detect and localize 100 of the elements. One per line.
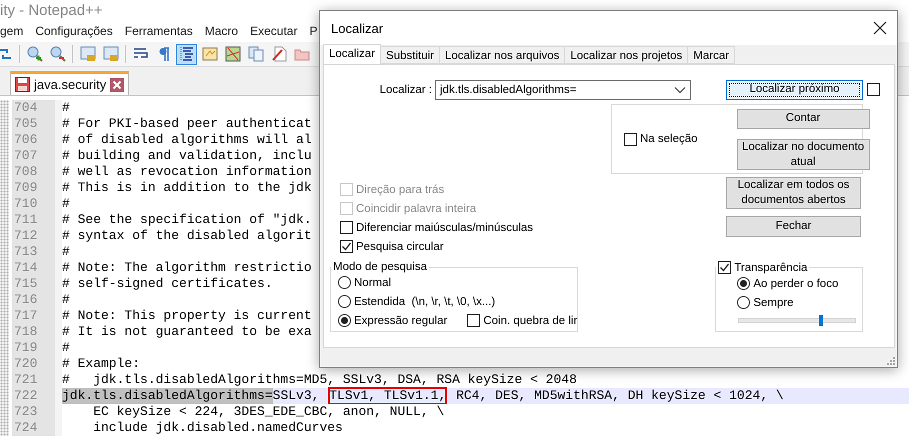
tab[interactable]: Localizar nos projetos bbox=[564, 46, 688, 64]
tab[interactable]: Localizar bbox=[323, 44, 382, 64]
radio-label: Sempre bbox=[753, 296, 794, 308]
line-number: 712 bbox=[13, 228, 38, 244]
code-text: RC4, DES, MD5withRSA, DH keySize < 1024, \ bbox=[455, 388, 784, 404]
line-number: 714 bbox=[13, 260, 38, 276]
checkbox-label: Coin. quebra de lir bbox=[483, 314, 578, 326]
dialog-title: Localizar bbox=[331, 20, 384, 36]
line-number: 719 bbox=[13, 340, 38, 356]
pen-icon bbox=[270, 46, 286, 62]
line-number: 720 bbox=[13, 356, 38, 372]
checkbox-label: Coincidir palavra inteira bbox=[356, 202, 476, 214]
menu-item[interactable]: gem bbox=[0, 24, 24, 38]
line-number: 709 bbox=[13, 180, 38, 196]
code-text: # well as revocation information bbox=[62, 164, 312, 180]
group-title: Modo de pesquisa bbox=[333, 261, 427, 273]
checkbox[interactable] bbox=[718, 261, 732, 274]
save-icon bbox=[15, 77, 30, 92]
menu-item[interactable]: Configurações bbox=[35, 24, 113, 38]
checkbox[interactable] bbox=[340, 240, 353, 253]
search-combo[interactable]: jdk.tls.disabledAlgorithms= bbox=[435, 80, 691, 100]
selected-text: jdk.tls.disabledAlgorithms= bbox=[62, 388, 273, 404]
transparency-slider[interactable] bbox=[738, 318, 856, 323]
panel-icon bbox=[202, 46, 218, 62]
radio-button[interactable] bbox=[737, 277, 750, 290]
code-text: # bbox=[62, 244, 70, 260]
line-number: 711 bbox=[13, 212, 38, 228]
count-button[interactable]: Contar bbox=[736, 108, 870, 128]
find-in-document-button[interactable]: Localizar no documento atual bbox=[736, 138, 870, 170]
tab[interactable]: Marcar bbox=[687, 46, 736, 64]
indent-guide-icon bbox=[178, 46, 194, 62]
sync-icon bbox=[0, 46, 12, 62]
code-text: # See the specification of "jdk. bbox=[62, 212, 312, 228]
line-number: 717 bbox=[13, 308, 38, 324]
code-text: # of disabled algorithms will al bbox=[62, 132, 312, 148]
code-text: EC keySize < 224, 3DES_EDE_CBC, anon, NULL, \ bbox=[92, 404, 444, 420]
checkbox-label: Diferenciar maiúsculas/minúsculas bbox=[356, 222, 534, 234]
tab[interactable]: Localizar nos arquivos bbox=[438, 46, 566, 64]
checkbox-label: Na seleção bbox=[640, 133, 698, 145]
code-text: SSLv3, bbox=[272, 388, 320, 404]
tab[interactable]: Substituir bbox=[380, 46, 440, 64]
radio-button[interactable] bbox=[338, 276, 351, 289]
resize-grip-icon[interactable] bbox=[885, 355, 895, 365]
code-text: # syntax of the disabled algorit bbox=[62, 228, 312, 244]
line-number: 704 bbox=[13, 100, 38, 116]
menu-item[interactable]: Macro bbox=[204, 24, 238, 38]
code-text: # For PKI-based peer authenticat bbox=[62, 116, 312, 132]
line-number: 718 bbox=[13, 324, 38, 340]
close-icon[interactable] bbox=[873, 21, 887, 35]
radio-label: Estendida (\n, \r, \t, \0, \x...) bbox=[354, 296, 496, 308]
code-text: # bbox=[62, 340, 70, 356]
radio-button[interactable] bbox=[338, 314, 351, 327]
code-text: include jdk.disabled.namedCurves bbox=[92, 420, 343, 436]
line-number: 713 bbox=[13, 244, 38, 260]
code-text: # self-signed certificates. bbox=[62, 276, 273, 292]
line-number: 716 bbox=[13, 292, 38, 308]
zoom-in-icon bbox=[26, 46, 42, 62]
code-text: # building and validation, inclu bbox=[62, 148, 312, 164]
code-text: # Note: The algorithm restrictio bbox=[62, 260, 312, 276]
checkbox[interactable] bbox=[867, 83, 880, 96]
lock-icon bbox=[80, 46, 96, 62]
line-number: 723 bbox=[13, 404, 38, 420]
line-number: 705 bbox=[13, 116, 38, 132]
zoom-out-icon bbox=[50, 46, 66, 62]
highlighted-text: TLSv1, TLSv1.1, bbox=[329, 388, 446, 404]
checkbox-label: Transparência bbox=[734, 262, 808, 274]
code-text: # It is not guaranteed to be exa bbox=[62, 324, 312, 340]
code-text: # Example: bbox=[62, 356, 140, 372]
radio-label: Ao perder o foco bbox=[753, 278, 838, 290]
file-tab[interactable]: java.security bbox=[10, 71, 130, 95]
checkbox-label: Direção para trás bbox=[356, 184, 444, 196]
field-label: Localizar : bbox=[378, 84, 432, 96]
radio-label: Normal bbox=[354, 276, 392, 288]
code-text: # Note: This property is current bbox=[62, 308, 312, 324]
code-text: # bbox=[62, 196, 70, 212]
checkbox[interactable] bbox=[624, 132, 637, 146]
window-title: ity - Notepad++ bbox=[0, 2, 103, 18]
code-text: # This is in addition to the jdk bbox=[62, 180, 312, 196]
radio-button[interactable] bbox=[737, 296, 750, 309]
map-icon bbox=[224, 46, 240, 62]
find-next-button[interactable]: Localizar próximo bbox=[726, 80, 863, 100]
menu-item[interactable]: Executar bbox=[250, 24, 298, 38]
lock-icon bbox=[102, 46, 118, 62]
menu-item[interactable]: P bbox=[309, 24, 318, 38]
close-button[interactable]: Fechar bbox=[726, 216, 861, 237]
checkbox[interactable] bbox=[340, 221, 353, 234]
line-number: 722 bbox=[13, 388, 38, 404]
line-number: 708 bbox=[13, 164, 38, 180]
line-number: 721 bbox=[13, 372, 38, 388]
checkbox-label: Pesquisa circular bbox=[356, 240, 444, 252]
code-text: # jdk.tls.disabledAlgorithms=MD5, SSLv3, DSA, RSA keySize < 2048 bbox=[62, 372, 577, 388]
toolbar-button[interactable] bbox=[176, 44, 197, 64]
documents-icon bbox=[248, 46, 264, 62]
radio-button[interactable] bbox=[338, 295, 351, 308]
line-number: 710 bbox=[13, 196, 38, 212]
checkbox[interactable] bbox=[467, 314, 480, 327]
find-all-documents-button[interactable]: Localizar em todos os documentos abertos bbox=[726, 177, 861, 209]
menu-item[interactable]: Ferramentas bbox=[124, 24, 193, 38]
line-number: 715 bbox=[13, 276, 38, 292]
slider-thumb[interactable] bbox=[818, 315, 822, 326]
